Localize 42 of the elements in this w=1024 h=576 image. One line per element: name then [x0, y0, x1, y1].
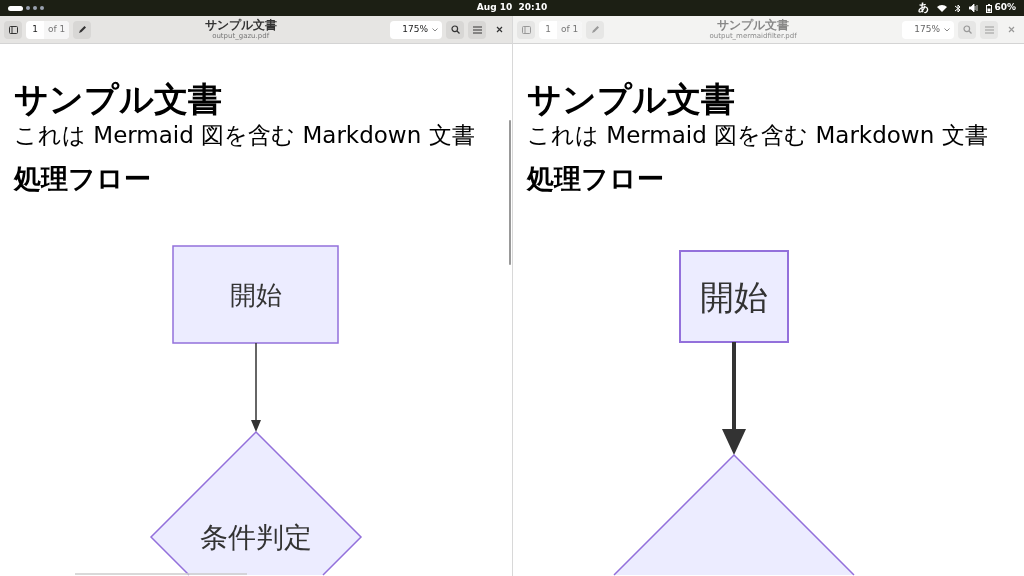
- search-icon: [450, 25, 460, 34]
- bluetooth-icon: [955, 3, 962, 13]
- battery-icon: [986, 3, 993, 13]
- paragraph: これは Mermaid 図を含む Markdown 文書: [14, 121, 475, 150]
- document-heading: サンプル文書: [14, 78, 222, 120]
- paragraph: これは Mermaid 図を含む Markdown 文書: [527, 121, 988, 150]
- page-number-field[interactable]: 1: [26, 22, 44, 37]
- close-icon: [495, 26, 503, 33]
- pencil-icon: [590, 25, 600, 34]
- volume-icon: [969, 4, 979, 12]
- zoom-dropdown[interactable]: 175%: [902, 20, 954, 39]
- sidebar-icon: [521, 25, 531, 34]
- close-icon: [1007, 26, 1015, 33]
- page-number-field[interactable]: 1: [539, 22, 557, 37]
- window-title: サンプル文書: [717, 19, 790, 32]
- chevron-down-icon: [944, 27, 950, 32]
- decision-node: 条件判定: [149, 430, 363, 576]
- input-method-indicator[interactable]: あ: [918, 0, 930, 17]
- process-node: 開始: [172, 245, 339, 344]
- zoom-dropdown[interactable]: 175%: [390, 20, 442, 39]
- search-button[interactable]: [446, 20, 464, 39]
- sidebar-icon: [8, 25, 18, 34]
- page-count: of 1: [44, 20, 70, 39]
- sidebar-toggle-button[interactable]: [4, 20, 22, 39]
- search-icon: [962, 25, 972, 34]
- document-heading: サンプル文書: [527, 78, 735, 120]
- section-heading: 処理フロー: [14, 162, 151, 196]
- wifi-icon: [937, 4, 948, 12]
- battery-percentage: 60%: [994, 1, 1016, 15]
- section-heading: 処理フロー: [527, 162, 664, 196]
- page-count: of 1: [557, 20, 583, 39]
- clock[interactable]: Aug 10 20:10: [476, 1, 548, 15]
- workspace-indicator[interactable]: [8, 5, 23, 11]
- sidebar-toggle-button[interactable]: [517, 20, 535, 39]
- chevron-down-icon: [432, 27, 438, 32]
- menu-icon: [984, 25, 994, 34]
- process-node: 開始: [679, 250, 789, 343]
- annotate-button[interactable]: [73, 20, 92, 39]
- scrollbar[interactable]: [509, 120, 511, 265]
- menu-icon: [472, 25, 482, 34]
- pencil-icon: [77, 25, 87, 34]
- window-title: サンプル文書: [204, 19, 277, 32]
